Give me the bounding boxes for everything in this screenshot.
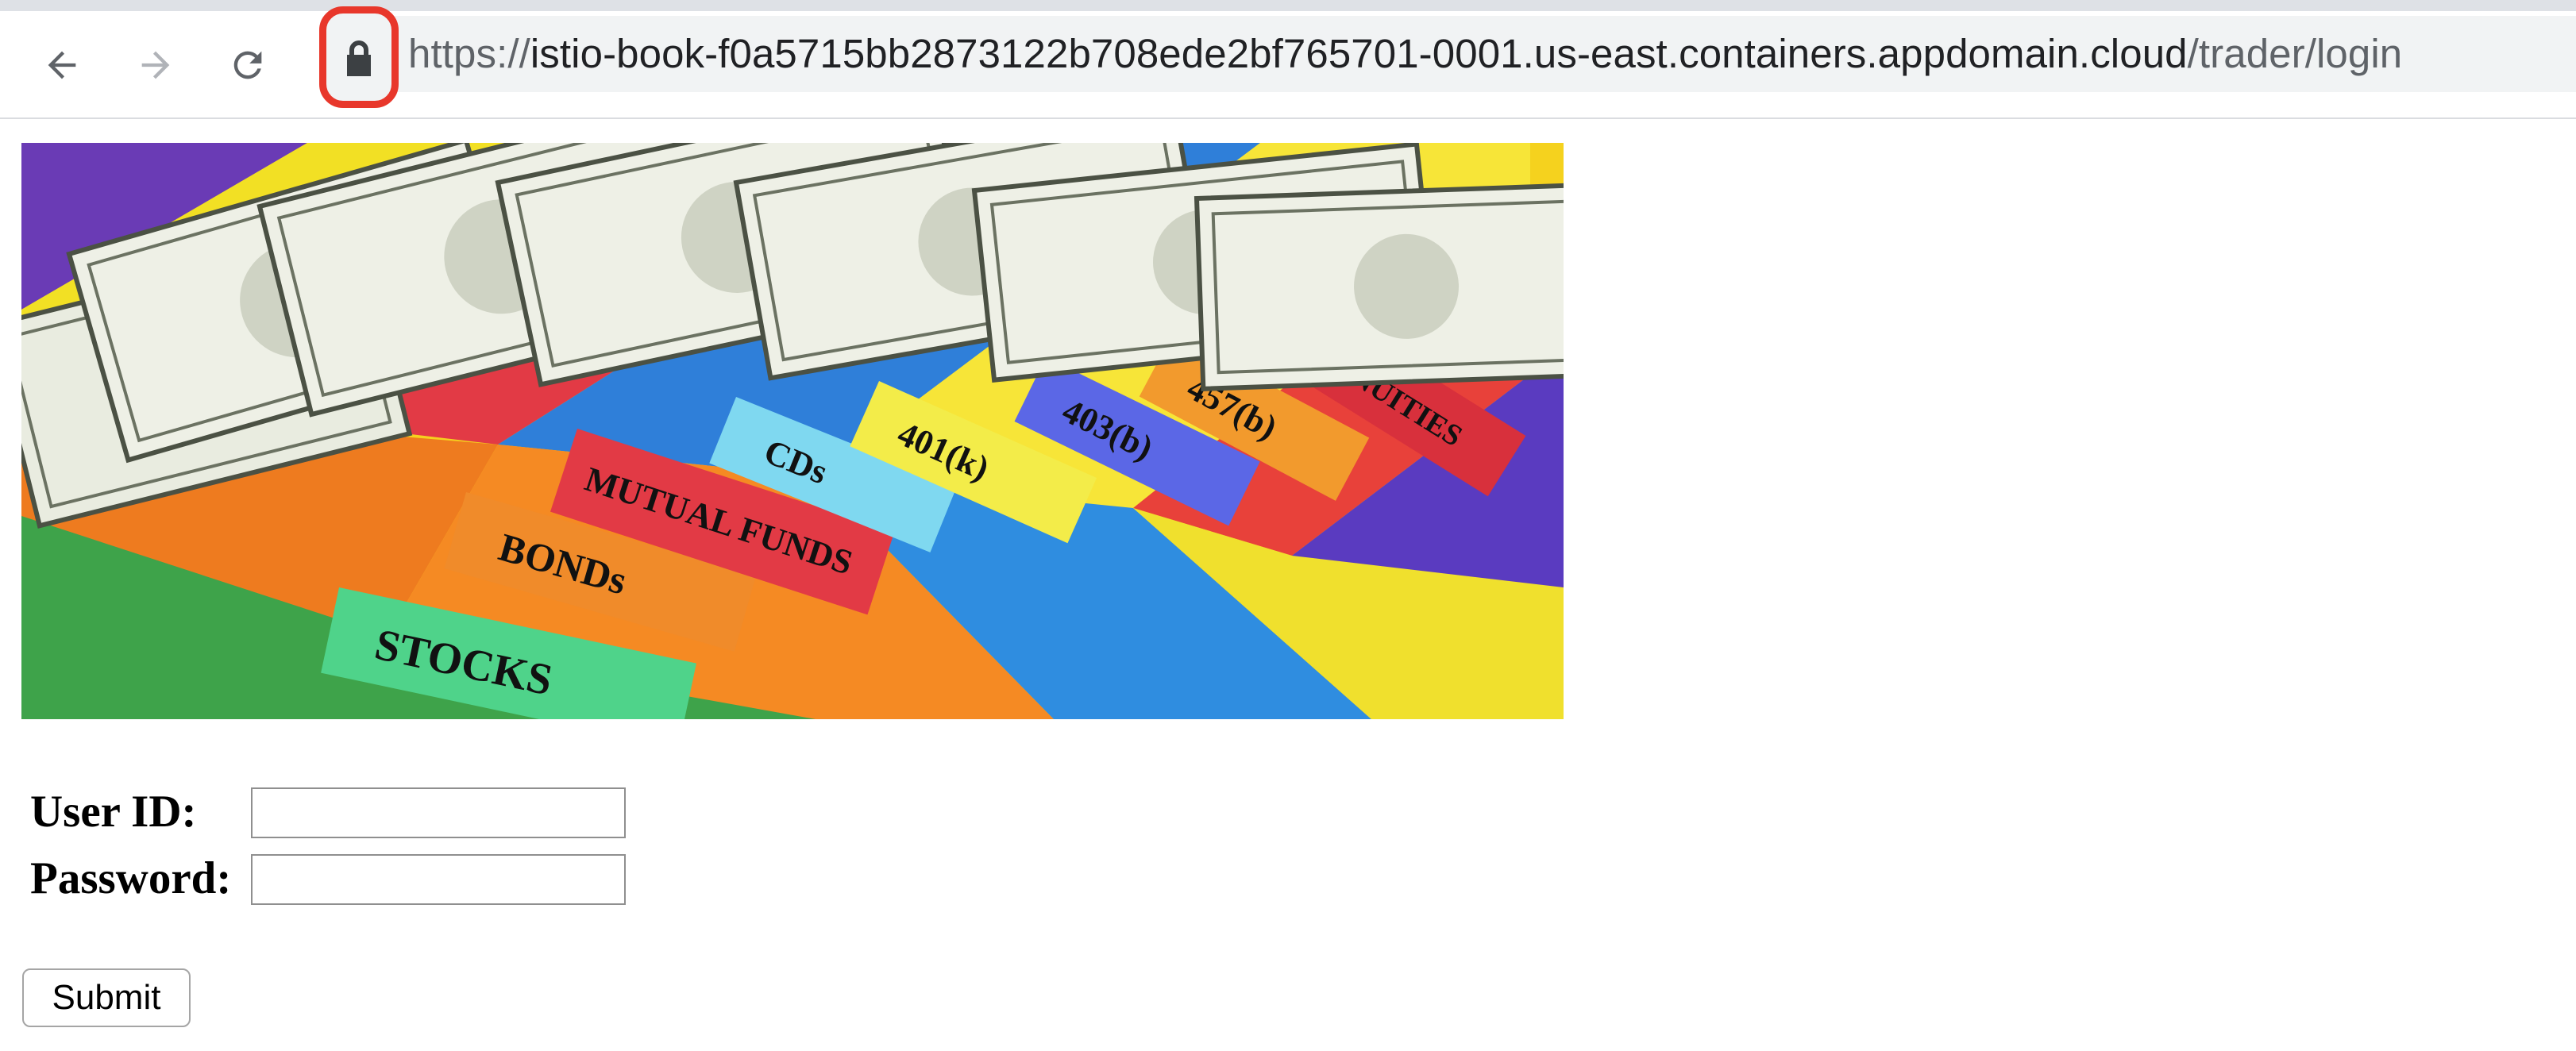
submit-button[interactable]: Submit [22,968,191,1027]
url-host: istio-book-f0a5715bb2873122b708ede2bf765… [530,31,2188,76]
banner-image: STOCKS BONDs MUTUAL FUNDS CDs 401(k) 403… [21,143,1564,719]
lock-icon [347,40,371,76]
reload-button[interactable] [219,37,276,94]
site-info-button[interactable] [319,6,399,108]
password-input[interactable] [251,854,626,905]
url-scheme: https:// [408,31,530,76]
password-label: Password: [30,853,232,903]
user-id-input[interactable] [251,787,626,838]
reload-icon [233,51,262,79]
url-path: /trader/login [2187,31,2403,76]
forward-button[interactable] [127,37,184,94]
forward-arrow-icon [141,51,170,79]
back-button[interactable] [33,37,91,94]
back-arrow-icon [48,51,76,79]
user-id-label: User ID: [30,787,197,837]
url-text[interactable]: https://istio-book-f0a5715bb2873122b708e… [408,16,2402,92]
